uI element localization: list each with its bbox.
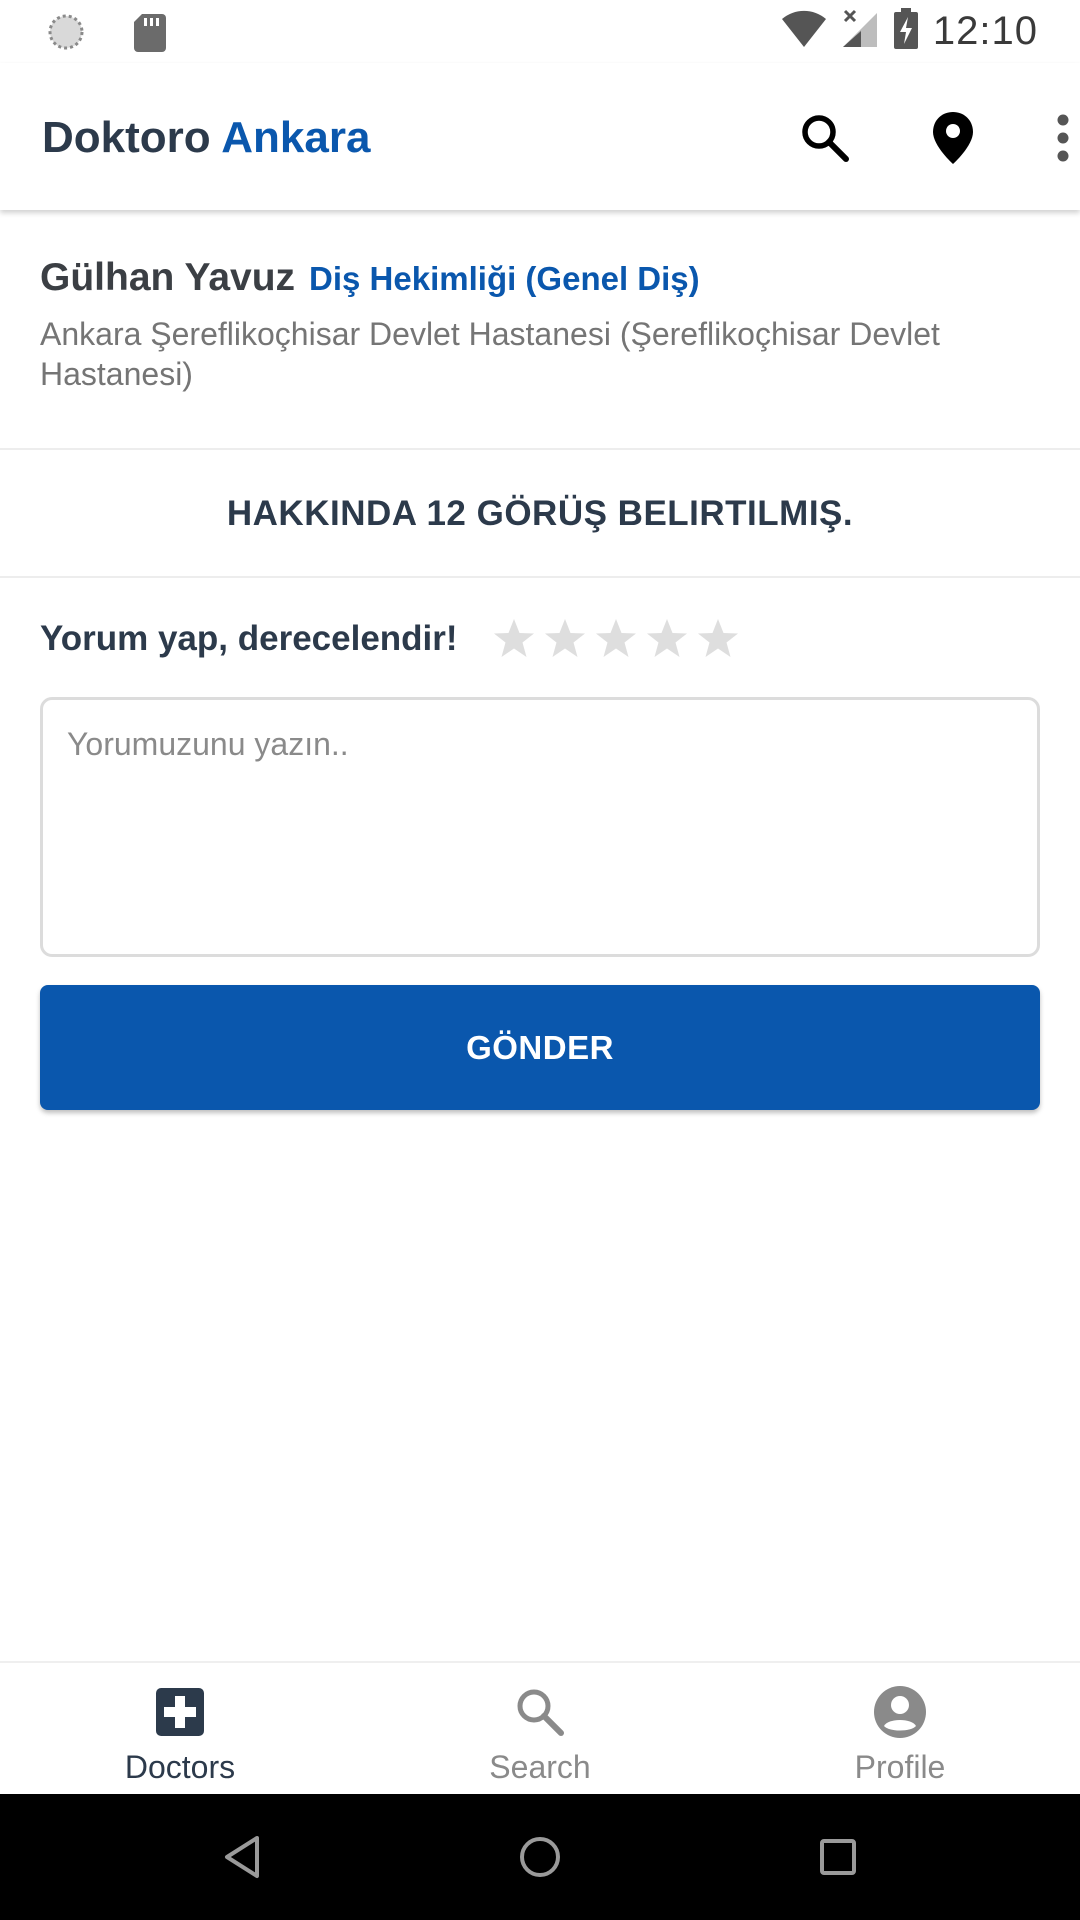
nav-label-doctors: Doctors <box>124 1749 236 1785</box>
star-icon[interactable] <box>492 617 536 661</box>
sync-icon <box>46 12 86 57</box>
home-button[interactable] <box>510 1827 570 1887</box>
nav-item-profile[interactable]: Profile <box>720 1663 1080 1794</box>
nav-label-search: Search <box>489 1749 591 1785</box>
star-icon[interactable] <box>645 617 689 661</box>
app-title-city: Ankara <box>221 113 371 162</box>
home-circle-icon <box>520 1837 560 1877</box>
search-button[interactable] <box>790 103 860 173</box>
status-bar: 12:10 <box>0 0 1080 63</box>
rate-label: Yorum yap, derecelendir! <box>40 619 458 658</box>
bottom-navigation: Doctors Search Profile <box>0 1661 1080 1794</box>
wifi-icon <box>781 9 827 54</box>
more-vert-icon <box>1057 114 1069 162</box>
recents-button[interactable] <box>808 1827 868 1887</box>
submit-button[interactable]: GÖNDER <box>40 985 1040 1110</box>
star-icon[interactable] <box>594 617 638 661</box>
rating-row: Yorum yap, derecelendir! <box>40 617 740 661</box>
location-button[interactable] <box>918 103 988 173</box>
doctor-hospital: Ankara Şereflikoçhisar Devlet Hastanesi … <box>40 316 940 392</box>
submit-button-label: GÖNDER <box>466 1028 614 1066</box>
back-button[interactable] <box>212 1827 272 1887</box>
medical-cross-icon <box>156 1688 204 1736</box>
nav-item-search[interactable]: Search <box>360 1663 720 1794</box>
account-circle-icon <box>874 1686 926 1738</box>
nav-item-doctors[interactable]: Doctors <box>0 1663 360 1794</box>
star-icon[interactable] <box>696 617 740 661</box>
status-time: 12:10 <box>932 9 1038 53</box>
battery-charging-icon <box>893 8 919 55</box>
more-options-button[interactable] <box>1028 103 1080 173</box>
system-navigation-bar <box>0 1794 1080 1920</box>
nav-label-profile: Profile <box>854 1749 946 1785</box>
back-triangle-icon <box>225 1836 259 1878</box>
star-icon[interactable] <box>543 617 587 661</box>
recents-square-icon <box>820 1839 856 1875</box>
review-count-text: HAKKINDA 12 GÖRÜŞ BELIRTILMIŞ. <box>226 494 854 533</box>
app-title: Doktoro Ankara <box>42 113 370 163</box>
review-count-banner[interactable]: HAKKINDA 12 GÖRÜŞ BELIRTILMIŞ. <box>0 452 1080 578</box>
signal-icon <box>841 9 879 54</box>
doctor-header: Gülhan Yavuz Diş Hekimliği (Genel Diş) A… <box>0 210 1080 450</box>
search-icon <box>517 1689 564 1736</box>
location-pin-icon <box>933 112 973 164</box>
doctor-specialty[interactable]: Diş Hekimliği (Genel Diş) <box>309 260 700 298</box>
app-bar: Doktoro Ankara <box>0 63 1080 210</box>
search-icon <box>802 115 849 162</box>
sd-card-icon <box>132 12 168 57</box>
comment-input[interactable] <box>40 697 1040 957</box>
doctor-name: Gülhan Yavuz <box>40 256 296 299</box>
star-rating[interactable] <box>492 617 740 661</box>
app-title-main: Doktoro <box>42 113 211 162</box>
